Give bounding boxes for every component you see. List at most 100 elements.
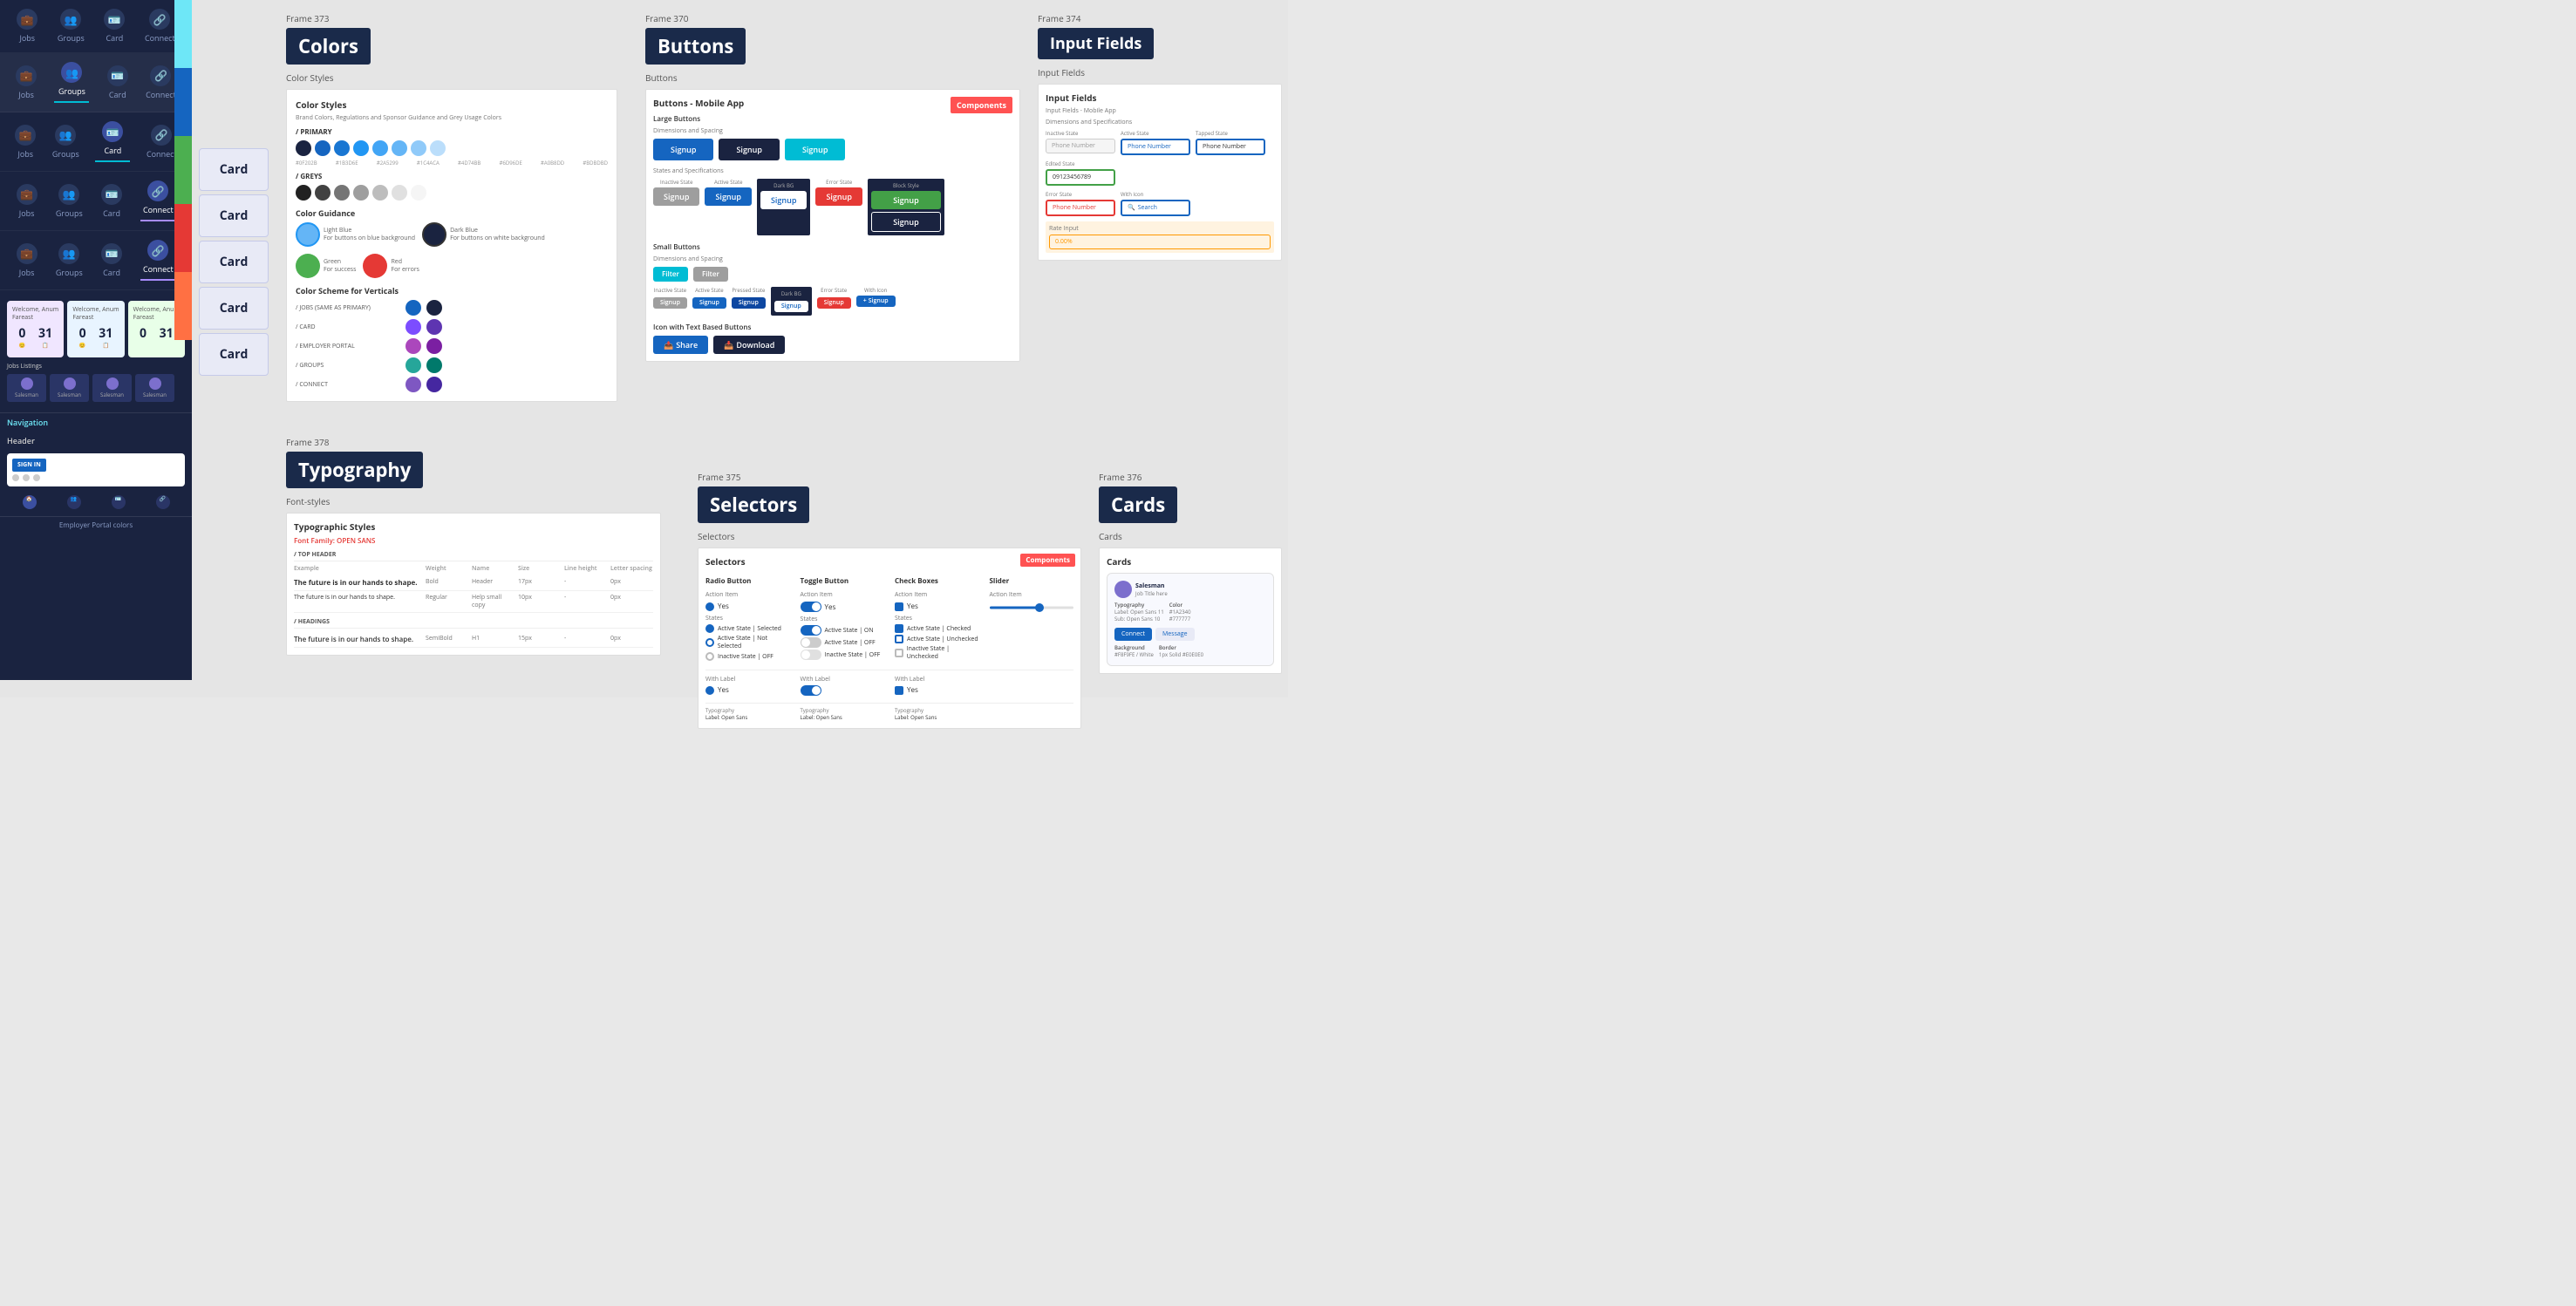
sm-icon-btn[interactable]: +Signup bbox=[856, 296, 896, 307]
nav-item-groups-1[interactable]: 👥 Groups bbox=[58, 9, 85, 44]
bottom-nav-item-3[interactable]: 🪪 bbox=[112, 495, 126, 511]
radio-dot-3[interactable] bbox=[705, 652, 714, 661]
col-line-height: Line height bbox=[564, 565, 607, 573]
bottom-nav-item-4[interactable]: 🔗 bbox=[156, 495, 170, 511]
typo-weight-2: Regular bbox=[426, 594, 468, 609]
card-action-btn-2[interactable]: Message bbox=[1155, 628, 1195, 641]
header-btn[interactable]: SIGN IN bbox=[12, 459, 46, 472]
sm-pressed-btn[interactable]: Signup bbox=[732, 297, 766, 309]
nav-item-connect-1[interactable]: 🔗 Connect bbox=[145, 9, 175, 44]
toggle-with-label: With Label bbox=[801, 676, 885, 697]
small-btn-teal[interactable]: Filter bbox=[653, 267, 688, 282]
block-btn-1[interactable]: Signup bbox=[871, 191, 941, 209]
card-item-5[interactable]: Card bbox=[199, 333, 269, 376]
connect-icon-5: 🔗 bbox=[147, 240, 168, 261]
signup-btn-teal[interactable]: Signup bbox=[785, 139, 845, 160]
color-bar-orange bbox=[174, 272, 192, 340]
input-dimensions-lbl: Dimensions and Specifications bbox=[1046, 119, 1274, 126]
nav-item-card-5[interactable]: 🪪 Card bbox=[101, 243, 122, 278]
typo-row-2: The future is in our hands to shape. Reg… bbox=[294, 591, 653, 613]
nav-item-card-2[interactable]: 🪪 Card bbox=[107, 65, 128, 100]
card-item-2[interactable]: Card bbox=[199, 194, 269, 237]
icon-glyph-1: 📤 bbox=[664, 339, 673, 350]
checkbox-checked[interactable] bbox=[895, 602, 903, 611]
nav-item-connect-4[interactable]: 🔗 Connect bbox=[140, 180, 175, 221]
jobs-icon-2: 💼 bbox=[16, 65, 37, 86]
input-active-field[interactable]: Phone Number bbox=[1121, 139, 1190, 155]
nav-item-groups-4[interactable]: 👥 Groups bbox=[56, 184, 83, 219]
nav-item-jobs-2[interactable]: 💼 Jobs bbox=[16, 65, 37, 100]
input-error-field[interactable]: Phone Number bbox=[1046, 200, 1115, 216]
search-text: Search bbox=[1138, 204, 1157, 212]
checkbox-state-1: Active State | Checked bbox=[895, 624, 979, 633]
radio-labeled-dot[interactable] bbox=[705, 686, 714, 695]
card-icon-2: 🪪 bbox=[107, 65, 128, 86]
inactive-btn[interactable]: Signup bbox=[653, 187, 699, 206]
input-edited-field[interactable]: 09123456789 bbox=[1046, 169, 1115, 186]
search-icon: 🔍 bbox=[1128, 204, 1135, 212]
signup-btn-blue[interactable]: Signup bbox=[653, 139, 713, 160]
checkbox-state-inactive[interactable] bbox=[895, 649, 903, 657]
card-icon-1: 🪪 bbox=[104, 9, 125, 30]
nav-item-card-1[interactable]: 🪪 Card bbox=[104, 9, 125, 44]
checkbox-state-unchecked[interactable] bbox=[895, 635, 903, 643]
toggle-state-3: Inactive State | OFF bbox=[801, 650, 885, 660]
col-weight: Weight bbox=[426, 565, 468, 573]
signup-btn-dark[interactable]: Signup bbox=[719, 139, 779, 160]
sm-dark-btn[interactable]: Signup bbox=[774, 301, 808, 312]
nav-item-jobs-3[interactable]: 💼 Jobs bbox=[15, 125, 36, 160]
radio-checked[interactable] bbox=[705, 602, 714, 611]
checkbox-state-checked[interactable] bbox=[895, 624, 903, 633]
nav-item-connect-5[interactable]: 🔗 Connect bbox=[140, 240, 175, 281]
toggle-state-on[interactable] bbox=[801, 625, 821, 636]
toggle-labeled-switch[interactable] bbox=[801, 685, 821, 696]
toggle-on[interactable] bbox=[801, 602, 821, 612]
bottom-nav-item-1[interactable]: 🏠 bbox=[23, 495, 37, 511]
nav-item-jobs-4[interactable]: 💼 Jobs bbox=[17, 184, 37, 219]
nav-item-connect-2[interactable]: 🔗 Connect bbox=[146, 65, 176, 100]
dark-bg-btn[interactable]: Signup bbox=[760, 191, 807, 209]
icon-text-btn-1[interactable]: 📤 Share bbox=[653, 336, 708, 354]
card-specs: Typography Label: Open Sans 11 Sub: Open… bbox=[1114, 602, 1266, 622]
icon-text-btn-title: Icon with Text Based Buttons bbox=[653, 323, 1012, 332]
cards-frame-container: Frame 376 Cards Cards Cards Salesman Job… bbox=[1099, 471, 1282, 674]
radio-dot-1[interactable] bbox=[705, 624, 714, 633]
icon-text-btn-2[interactable]: 📥 Download bbox=[713, 336, 785, 354]
sm-error-btn[interactable]: Signup bbox=[817, 297, 851, 309]
nav-item-jobs-1[interactable]: 💼 Jobs bbox=[17, 9, 37, 44]
slider-action-label: Action Item bbox=[990, 591, 1074, 599]
checkbox-on-label: Yes bbox=[907, 602, 918, 611]
nav-item-groups-3[interactable]: 👥 Groups bbox=[52, 125, 79, 160]
nav-item-groups-5[interactable]: 👥 Groups bbox=[56, 243, 83, 278]
btn-states-row: Inactive State Signup Active State Signu… bbox=[653, 179, 1012, 235]
rate-input-sample[interactable]: 0.00% bbox=[1049, 235, 1271, 249]
input-icon-field[interactable]: 🔍 Search bbox=[1121, 200, 1190, 216]
nav-item-card-3[interactable]: 🪪 Card bbox=[95, 121, 130, 162]
radio-dot-2[interactable] bbox=[705, 638, 714, 647]
nav-item-connect-3[interactable]: 🔗 Connect bbox=[147, 125, 177, 160]
slider-thumb[interactable] bbox=[1035, 603, 1044, 612]
nav-item-jobs-5[interactable]: 💼 Jobs bbox=[17, 243, 37, 278]
error-btn[interactable]: Signup bbox=[815, 187, 862, 206]
nav-item-groups-2[interactable]: 👥 Groups bbox=[54, 62, 89, 103]
input-inactive-field[interactable]: Phone Number bbox=[1046, 139, 1115, 153]
toggle-state-inactive[interactable] bbox=[801, 650, 821, 660]
toggle-state-off[interactable] bbox=[801, 637, 821, 648]
bottom-nav-item-2[interactable]: 👥 bbox=[67, 495, 81, 511]
nav-item-card-4[interactable]: 🪪 Card bbox=[101, 184, 122, 219]
checkbox-labeled-box[interactable] bbox=[895, 686, 903, 695]
card-item-1[interactable]: Card bbox=[199, 148, 269, 191]
toggle-action-label: Action Item bbox=[801, 591, 885, 599]
small-btn-gray[interactable]: Filter bbox=[693, 267, 728, 282]
stat-0-value: 0 bbox=[18, 325, 25, 342]
sm-active-btn[interactable]: Signup bbox=[692, 297, 726, 309]
input-tapped-field[interactable]: Phone Number bbox=[1196, 139, 1265, 155]
card-item-3[interactable]: Card bbox=[199, 241, 269, 283]
scheme-jobs-2 bbox=[426, 300, 442, 316]
sm-inactive-btn[interactable]: Signup bbox=[653, 297, 687, 309]
card-item-4[interactable]: Card bbox=[199, 287, 269, 330]
block-btn-2[interactable]: Signup bbox=[871, 212, 941, 232]
active-btn[interactable]: Signup bbox=[705, 187, 751, 206]
selectors-typography-row: TypographyLabel: Open Sans TypographyLab… bbox=[705, 703, 1073, 721]
card-action-btn-1[interactable]: Connect bbox=[1114, 628, 1152, 641]
